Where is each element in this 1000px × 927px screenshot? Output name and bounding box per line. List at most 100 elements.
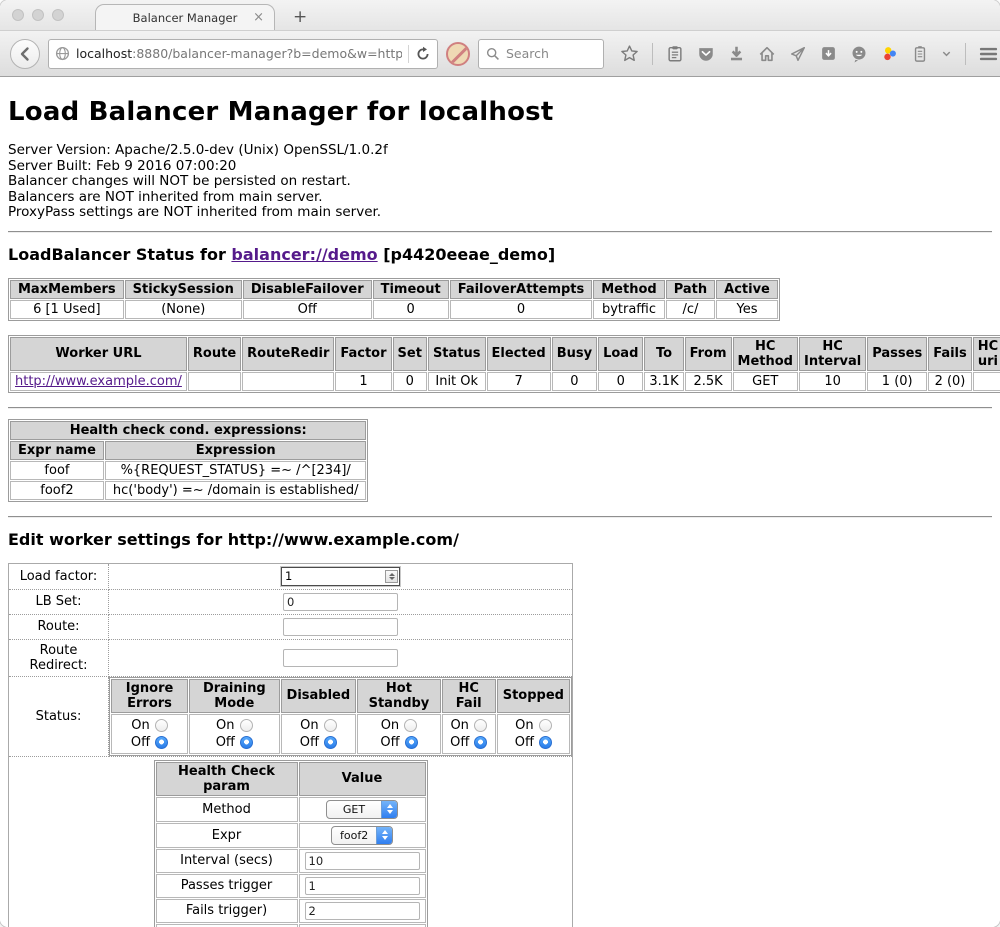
ignore-errors-off-radio[interactable] [155, 736, 168, 749]
on-label: On [450, 717, 468, 734]
divider [8, 407, 992, 409]
method-selected-value: GET [327, 801, 381, 818]
cell-load: 0 [598, 372, 643, 391]
close-tab-icon[interactable]: × [253, 10, 264, 25]
cell-hc-method: GET [733, 372, 798, 391]
expr-select[interactable]: foof2 [331, 826, 393, 845]
col-busy: Busy [552, 337, 597, 371]
divider [8, 231, 992, 233]
server-version-line: Server Version: Apache/2.5.0-dev (Unix) … [8, 143, 992, 159]
form-row-lb-set: LB Set: [9, 589, 573, 614]
off-label: Off [300, 734, 319, 751]
draining-mode-on-radio[interactable] [240, 719, 253, 732]
battery-extension-icon[interactable] [912, 45, 928, 63]
cell-maxmembers: 6 [1 Used] [10, 300, 124, 319]
draining-mode-off-radio[interactable] [240, 736, 253, 749]
bookmarks-clipboard-icon[interactable] [666, 45, 684, 63]
feedback-smiley-icon[interactable] [850, 45, 868, 63]
new-tab-button[interactable]: + [293, 7, 307, 27]
tab-title: Balancer Manager [133, 11, 238, 25]
status-cell-disabled: On Off [281, 714, 357, 754]
reload-icon[interactable] [415, 46, 431, 62]
toolbar-separator [652, 43, 653, 65]
worker-url-link[interactable]: http://www.example.com/ [15, 374, 182, 389]
disabled-off-radio[interactable] [324, 736, 337, 749]
interval-input[interactable] [305, 852, 420, 870]
ignore-errors-on-radio[interactable] [155, 719, 168, 732]
save-to-device-icon[interactable] [820, 45, 837, 62]
bookmark-star-icon[interactable] [620, 44, 639, 63]
table-header-row: Expr name Expression [10, 441, 366, 460]
stopped-off-radio[interactable] [539, 736, 552, 749]
on-label: On [515, 717, 533, 734]
col-hc-fail: HC Fail [442, 679, 496, 713]
col-draining-mode: Draining Mode [189, 679, 279, 713]
hc-fail-on-radio[interactable] [474, 719, 487, 732]
hc-fail-off-radio[interactable] [474, 736, 487, 749]
downloads-icon[interactable] [728, 45, 745, 62]
chevron-down-icon[interactable] [941, 48, 952, 59]
send-tab-icon[interactable] [789, 45, 807, 63]
status-header-row: Ignore Errors Draining Mode Disabled Hot… [111, 679, 570, 713]
load-factor-input[interactable] [285, 569, 385, 583]
load-factor-stepper[interactable] [281, 567, 400, 586]
home-icon[interactable] [758, 45, 776, 63]
menu-hamburger-icon[interactable] [979, 46, 998, 62]
hot-standby-off-radio[interactable] [405, 736, 418, 749]
col-expression: Expression [105, 441, 367, 460]
cell-to: 3.1K [644, 372, 683, 391]
url-text[interactable]: localhost:8880/balancer-manager?b=demo&w… [76, 46, 402, 61]
tab-bar: Balancer Manager × + [0, 0, 1000, 30]
noscript-blocked-icon[interactable] [446, 42, 470, 66]
col-hc-uri: HC uri [973, 337, 1000, 371]
fails-input[interactable] [305, 902, 420, 920]
form-row-route-redirect: Route Redirect: [9, 639, 573, 676]
minimize-window-button[interactable] [32, 9, 44, 21]
tab-balancer-manager[interactable]: Balancer Manager × [95, 4, 275, 30]
passes-input[interactable] [305, 877, 420, 895]
page-content: Load Balancer Manager for localhost Serv… [0, 77, 1000, 927]
status-cell-hc-fail: On Off [442, 714, 496, 754]
col-set: Set [393, 337, 427, 371]
hc-row-method: Method GET [156, 797, 426, 822]
window-controls [12, 9, 64, 21]
search-input[interactable] [506, 46, 596, 61]
col-hc-method: HC Method [733, 337, 798, 371]
hot-standby-on-radio[interactable] [404, 719, 417, 732]
hc-uri-label: HC uri [156, 924, 298, 927]
zoom-window-button[interactable] [52, 9, 64, 21]
lb-set-input[interactable] [283, 593, 398, 611]
col-to: To [644, 337, 683, 371]
cell-elected: 7 [487, 372, 551, 391]
balancer-heading-prefix: LoadBalancer Status for [8, 245, 231, 264]
col-timeout: Timeout [373, 280, 449, 299]
close-window-button[interactable] [12, 9, 24, 21]
col-maxmembers: MaxMembers [10, 280, 124, 299]
number-spinner-icon[interactable] [385, 570, 398, 583]
balancer-demo-link[interactable]: balancer://demo [231, 245, 377, 264]
cell-timeout: 0 [373, 300, 449, 319]
stopped-on-radio[interactable] [539, 719, 552, 732]
form-row-load-factor: Load factor: [9, 563, 573, 589]
col-ignore-errors: Ignore Errors [111, 679, 188, 713]
extension-colordots-icon[interactable] [881, 45, 899, 63]
route-input[interactable] [283, 618, 398, 636]
pocket-icon[interactable] [697, 45, 715, 63]
cell-disablefailover: Off [243, 300, 372, 319]
col-passes: Passes [867, 337, 927, 371]
toolbar-icons [620, 43, 1000, 65]
method-select[interactable]: GET [326, 800, 398, 819]
search-bar[interactable] [478, 39, 604, 69]
passes-label: Passes trigger [156, 874, 298, 898]
route-redirect-input[interactable] [283, 649, 398, 667]
url-bar[interactable]: localhost:8880/balancer-manager?b=demo&w… [48, 39, 438, 69]
inherit-note-line: Balancers are NOT inherited from main se… [8, 190, 992, 206]
off-label: Off [450, 734, 469, 751]
back-button[interactable] [10, 39, 40, 69]
col-stopped: Stopped [497, 679, 570, 713]
off-label: Off [131, 734, 150, 751]
balancer-heading-suffix: [p4420eeae_demo] [378, 245, 556, 264]
disabled-on-radio[interactable] [324, 719, 337, 732]
cell-method: bytraffic [593, 300, 664, 319]
table-header-row: Worker URL Route RouteRedir Factor Set S… [10, 337, 1000, 371]
